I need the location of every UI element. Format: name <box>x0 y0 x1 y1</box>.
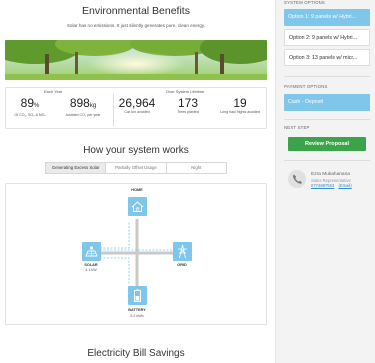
how-it-works-title: How your system works <box>83 145 189 156</box>
solar-node <box>82 242 101 261</box>
battery-capacity: 5.2 kWh <box>130 314 144 318</box>
solar-panel-icon <box>85 246 98 257</box>
forest-banner-image <box>5 40 267 80</box>
stat-emissions: 89% Of CO₂, SO₂ & NOₓ <box>14 96 46 117</box>
solar-label: SOLAR <box>84 263 98 267</box>
lifetime-label: Over System Lifetime <box>166 89 205 94</box>
solar-capacity: 4.1 kW <box>85 268 97 272</box>
sidebar: SYSTEM OPTIONS Option 1: 9 panels w/ Hyb… <box>275 0 375 363</box>
grid-label: GRID <box>177 263 187 267</box>
power-pylon-icon <box>178 244 187 259</box>
system-options-heading: SYSTEM OPTIONS <box>284 0 325 5</box>
rep-contact: 0774887553 (Email) <box>311 183 352 188</box>
stat-car-km: 26,964 Car km avoided <box>118 96 156 114</box>
rep-name: Ezra Mukahanana <box>311 172 350 177</box>
stat-flights: 19 Long haul flights avoided <box>220 96 260 114</box>
tab-night[interactable]: Night <box>166 163 226 173</box>
environmental-stats: Each Year Over System Lifetime 89% Of CO… <box>5 87 267 129</box>
stat-trees: 173 Trees planted <box>177 96 199 114</box>
divider <box>284 119 370 120</box>
environmental-subtitle: Solar has no emissions. It just silently… <box>66 23 206 28</box>
system-option-2[interactable]: Option 2: 9 panels w/ Hybri... <box>284 29 370 46</box>
battery-node <box>128 286 147 305</box>
payment-options-heading: PAYMENT OPTIONS <box>284 84 328 89</box>
grid-node <box>173 242 192 261</box>
each-year-label: Each Year <box>44 89 63 94</box>
tab-generating-excess-solar[interactable]: Generating Excess Solar <box>46 163 107 173</box>
system-option-3[interactable]: Option 3: 13 panels w/ micr... <box>284 49 370 66</box>
main-content: Environmental Benefits Solar has no emis… <box>0 0 272 363</box>
rep-email-link[interactable]: (Email) <box>338 183 351 188</box>
stat-co2-avoided: 898kg Avoided CO₂ per year <box>65 96 101 117</box>
divider <box>284 160 370 161</box>
house-icon <box>131 201 144 212</box>
tab-partially-offset-usage[interactable]: Partially Offset Usage <box>106 163 167 173</box>
bill-savings-title: Electricity Bill Savings <box>87 348 185 359</box>
phone-icon <box>288 170 306 188</box>
home-label: HOME <box>131 188 143 192</box>
home-node <box>128 197 147 216</box>
environmental-title: Environmental Benefits <box>82 5 190 17</box>
divider <box>284 76 370 77</box>
battery-label: BATTERY <box>128 308 146 312</box>
payment-option-cash-deposit[interactable]: Cash - Deposit <box>284 94 370 111</box>
mode-tabs: Generating Excess Solar Partially Offset… <box>45 162 227 174</box>
review-proposal-button[interactable]: Review Proposal <box>288 137 366 151</box>
rep-phone-link[interactable]: 0774887553 <box>311 183 334 188</box>
battery-icon <box>134 289 141 302</box>
system-option-1[interactable]: Option 1: 9 panels w/ Hybri... <box>284 9 370 26</box>
next-step-heading: NEXT STEP <box>284 125 310 130</box>
energy-flow-diagram: HOME SOLAR 4.1 kW GRID BATTERY 5.2 kWh <box>5 183 267 325</box>
